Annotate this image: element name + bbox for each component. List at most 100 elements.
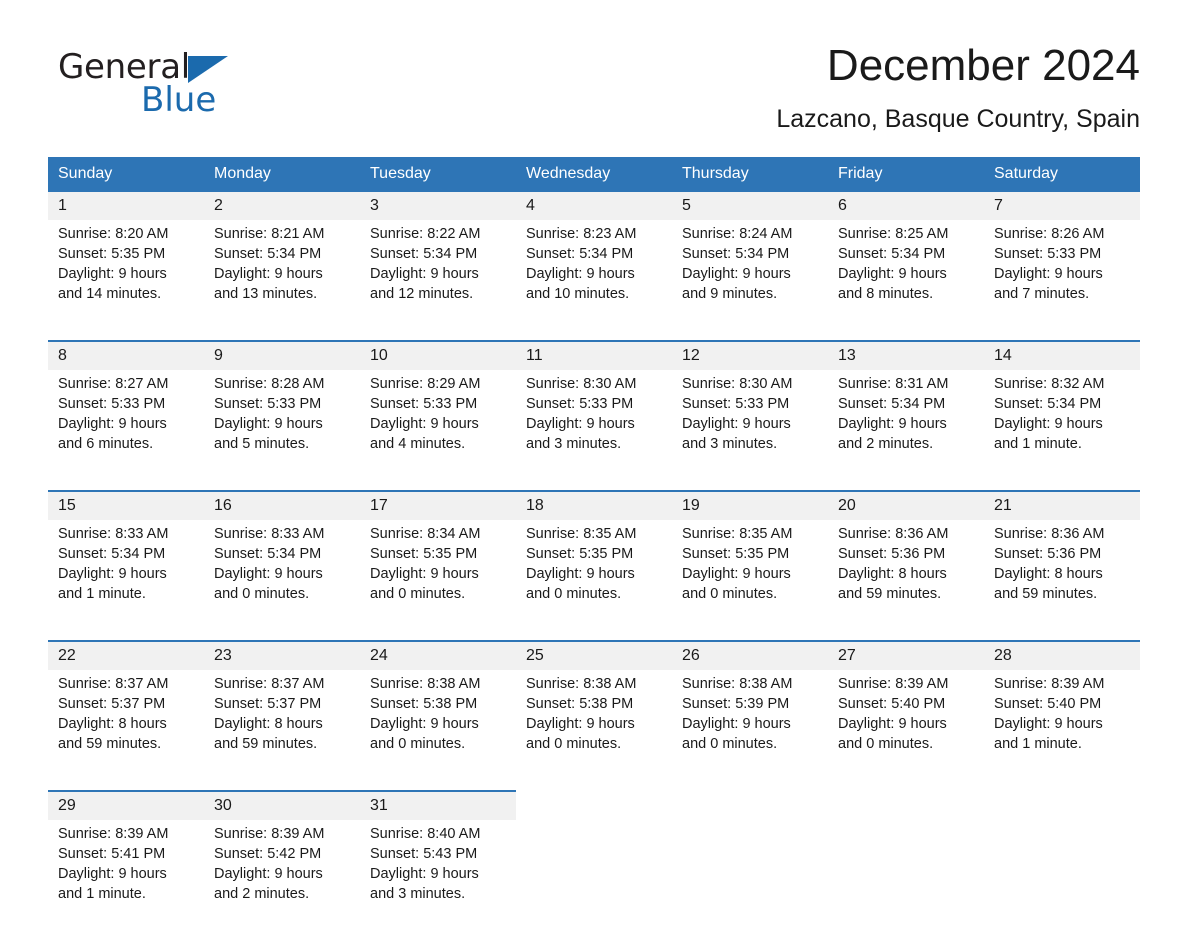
day-cell[interactable]: Sunrise: 8:36 AM Sunset: 5:36 PM Dayligh…	[984, 520, 1140, 630]
general-blue-logo[interactable]: General Blue	[58, 50, 318, 140]
day-number[interactable]: 22	[48, 640, 204, 670]
day-number[interactable]: 3	[360, 190, 516, 220]
week-spacer	[48, 630, 1140, 641]
logo-word-blue: Blue	[141, 80, 217, 120]
day-cell[interactable]: Sunrise: 8:31 AM Sunset: 5:34 PM Dayligh…	[828, 370, 984, 480]
sunset-text: Sunset: 5:33 PM	[526, 396, 634, 412]
weekday-header-tuesday: Tuesday	[360, 157, 516, 191]
day-cell[interactable]: Sunrise: 8:24 AM Sunset: 5:34 PM Dayligh…	[672, 220, 828, 330]
week-3-detail-row: Sunrise: 8:33 AM Sunset: 5:34 PM Dayligh…	[48, 520, 1140, 630]
day-cell[interactable]: Sunrise: 8:28 AM Sunset: 5:33 PM Dayligh…	[204, 370, 360, 480]
day-cell[interactable]: Sunrise: 8:34 AM Sunset: 5:35 PM Dayligh…	[360, 520, 516, 630]
day-number[interactable]: 16	[204, 490, 360, 520]
sunset-text: Sunset: 5:33 PM	[370, 396, 478, 412]
day-number[interactable]: 28	[984, 640, 1140, 670]
day-cell[interactable]: Sunrise: 8:22 AM Sunset: 5:34 PM Dayligh…	[360, 220, 516, 330]
daylight-text-line2: and 0 minutes.	[370, 586, 466, 602]
day-cell[interactable]: Sunrise: 8:38 AM Sunset: 5:38 PM Dayligh…	[360, 670, 516, 780]
day-number[interactable]: 14	[984, 340, 1140, 370]
day-cell[interactable]: Sunrise: 8:27 AM Sunset: 5:33 PM Dayligh…	[48, 370, 204, 480]
day-cell[interactable]: Sunrise: 8:39 AM Sunset: 5:41 PM Dayligh…	[48, 820, 204, 930]
day-number[interactable]: 6	[828, 190, 984, 220]
day-number[interactable]: 7	[984, 190, 1140, 220]
day-number[interactable]: 15	[48, 490, 204, 520]
day-cell[interactable]: Sunrise: 8:29 AM Sunset: 5:33 PM Dayligh…	[360, 370, 516, 480]
day-cell[interactable]: Sunrise: 8:32 AM Sunset: 5:34 PM Dayligh…	[984, 370, 1140, 480]
daylight-text-line1: Daylight: 9 hours	[526, 266, 635, 282]
day-number[interactable]: 21	[984, 490, 1140, 520]
day-cell[interactable]: Sunrise: 8:33 AM Sunset: 5:34 PM Dayligh…	[204, 520, 360, 630]
daylight-text-line2: and 5 minutes.	[214, 436, 310, 452]
day-number[interactable]: 30	[204, 790, 360, 820]
day-cell[interactable]: Sunrise: 8:35 AM Sunset: 5:35 PM Dayligh…	[672, 520, 828, 630]
day-number[interactable]: 18	[516, 490, 672, 520]
sunset-text: Sunset: 5:35 PM	[370, 546, 478, 562]
day-number[interactable]: 23	[204, 640, 360, 670]
daylight-text-line2: and 14 minutes.	[58, 286, 162, 302]
sunrise-text: Sunrise: 8:35 AM	[682, 526, 793, 542]
sunset-text: Sunset: 5:35 PM	[58, 246, 166, 262]
day-number[interactable]: 10	[360, 340, 516, 370]
day-number[interactable]: 19	[672, 490, 828, 520]
day-cell[interactable]: Sunrise: 8:26 AM Sunset: 5:33 PM Dayligh…	[984, 220, 1140, 330]
day-number[interactable]: 27	[828, 640, 984, 670]
day-number[interactable]: 9	[204, 340, 360, 370]
day-cell[interactable]: Sunrise: 8:37 AM Sunset: 5:37 PM Dayligh…	[204, 670, 360, 780]
weekday-header-monday: Monday	[204, 157, 360, 191]
day-number[interactable]: 8	[48, 340, 204, 370]
daylight-text-line1: Daylight: 9 hours	[838, 416, 947, 432]
sunrise-text: Sunrise: 8:30 AM	[682, 376, 793, 392]
week-2-detail-row: Sunrise: 8:27 AM Sunset: 5:33 PM Dayligh…	[48, 370, 1140, 480]
day-number[interactable]: 4	[516, 190, 672, 220]
day-cell[interactable]: Sunrise: 8:39 AM Sunset: 5:42 PM Dayligh…	[204, 820, 360, 930]
day-cell[interactable]: Sunrise: 8:30 AM Sunset: 5:33 PM Dayligh…	[672, 370, 828, 480]
day-number[interactable]: 29	[48, 790, 204, 820]
daylight-text-line1: Daylight: 9 hours	[682, 266, 791, 282]
day-cell[interactable]: Sunrise: 8:39 AM Sunset: 5:40 PM Dayligh…	[984, 670, 1140, 780]
day-number[interactable]: 20	[828, 490, 984, 520]
daylight-text-line1: Daylight: 9 hours	[58, 866, 167, 882]
day-cell[interactable]: Sunrise: 8:35 AM Sunset: 5:35 PM Dayligh…	[516, 520, 672, 630]
day-cell[interactable]: Sunrise: 8:21 AM Sunset: 5:34 PM Dayligh…	[204, 220, 360, 330]
daylight-text-line1: Daylight: 9 hours	[58, 416, 167, 432]
day-cell[interactable]: Sunrise: 8:38 AM Sunset: 5:38 PM Dayligh…	[516, 670, 672, 780]
sunset-text: Sunset: 5:34 PM	[214, 246, 322, 262]
triangle-icon	[187, 56, 228, 83]
sunrise-text: Sunrise: 8:25 AM	[838, 226, 949, 242]
day-number-empty	[672, 791, 828, 820]
logo-top-row: General	[58, 50, 318, 86]
day-number[interactable]: 24	[360, 640, 516, 670]
day-cell[interactable]: Sunrise: 8:33 AM Sunset: 5:34 PM Dayligh…	[48, 520, 204, 630]
day-number[interactable]: 1	[48, 190, 204, 220]
weekday-header-saturday: Saturday	[984, 157, 1140, 191]
day-number[interactable]: 13	[828, 340, 984, 370]
day-cell[interactable]: Sunrise: 8:38 AM Sunset: 5:39 PM Dayligh…	[672, 670, 828, 780]
sunset-text: Sunset: 5:35 PM	[682, 546, 790, 562]
daylight-text-line1: Daylight: 9 hours	[370, 566, 479, 582]
sunrise-text: Sunrise: 8:40 AM	[370, 826, 481, 842]
day-number[interactable]: 17	[360, 490, 516, 520]
sunrise-text: Sunrise: 8:38 AM	[370, 676, 481, 692]
day-number[interactable]: 5	[672, 190, 828, 220]
day-cell[interactable]: Sunrise: 8:20 AM Sunset: 5:35 PM Dayligh…	[48, 220, 204, 330]
day-number-empty	[984, 791, 1140, 820]
day-cell[interactable]: Sunrise: 8:36 AM Sunset: 5:36 PM Dayligh…	[828, 520, 984, 630]
day-cell[interactable]: Sunrise: 8:25 AM Sunset: 5:34 PM Dayligh…	[828, 220, 984, 330]
week-4-detail-row: Sunrise: 8:37 AM Sunset: 5:37 PM Dayligh…	[48, 670, 1140, 780]
sunrise-text: Sunrise: 8:23 AM	[526, 226, 637, 242]
day-number[interactable]: 25	[516, 640, 672, 670]
sunrise-text: Sunrise: 8:37 AM	[214, 676, 325, 692]
day-cell[interactable]: Sunrise: 8:39 AM Sunset: 5:40 PM Dayligh…	[828, 670, 984, 780]
day-number[interactable]: 31	[360, 790, 516, 820]
day-cell[interactable]: Sunrise: 8:37 AM Sunset: 5:37 PM Dayligh…	[48, 670, 204, 780]
day-number[interactable]: 12	[672, 340, 828, 370]
day-cell[interactable]: Sunrise: 8:30 AM Sunset: 5:33 PM Dayligh…	[516, 370, 672, 480]
day-number[interactable]: 26	[672, 640, 828, 670]
daylight-text-line2: and 7 minutes.	[994, 286, 1090, 302]
day-number[interactable]: 2	[204, 190, 360, 220]
day-cell[interactable]: Sunrise: 8:40 AM Sunset: 5:43 PM Dayligh…	[360, 820, 516, 930]
daylight-text-line1: Daylight: 9 hours	[682, 416, 791, 432]
day-cell[interactable]: Sunrise: 8:23 AM Sunset: 5:34 PM Dayligh…	[516, 220, 672, 330]
day-number[interactable]: 11	[516, 340, 672, 370]
daylight-text-line1: Daylight: 8 hours	[994, 566, 1103, 582]
